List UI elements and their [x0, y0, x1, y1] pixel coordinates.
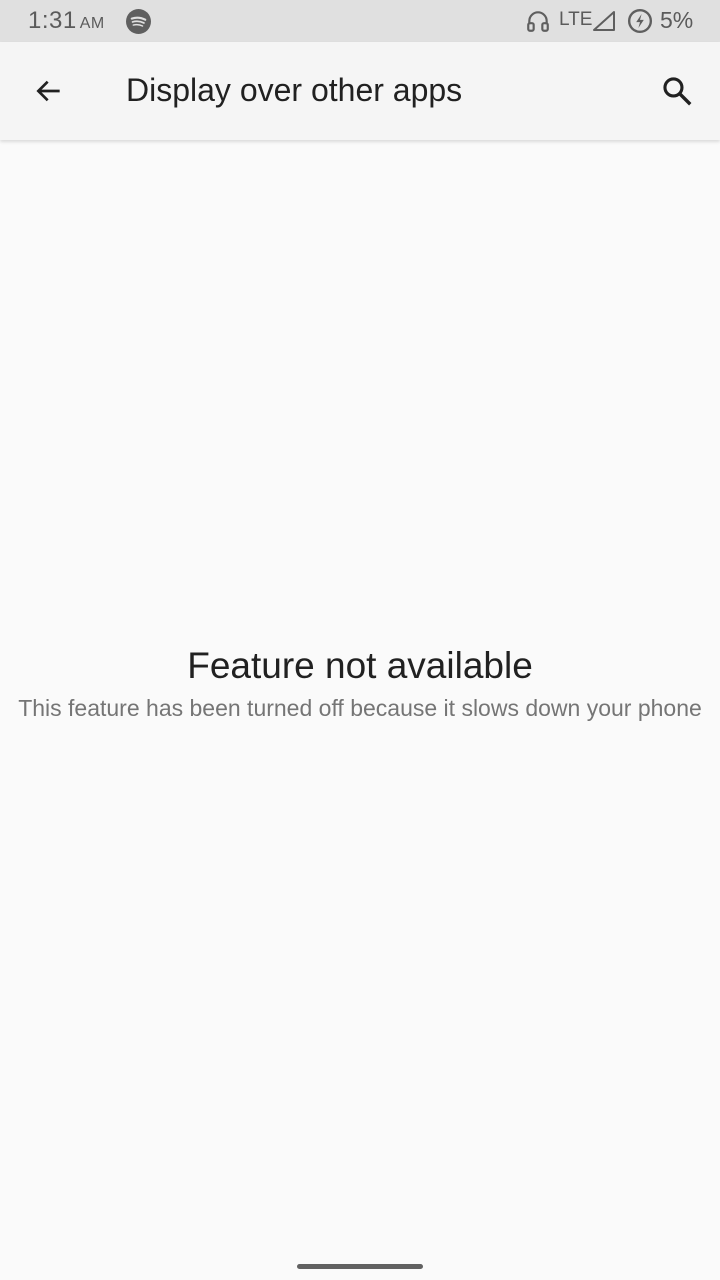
empty-state-message: This feature has been turned off because… [18, 695, 702, 721]
empty-state: Feature not available This feature has b… [0, 644, 720, 723]
signal-icon [593, 11, 615, 31]
search-button[interactable] [652, 66, 702, 116]
status-time-value: 1:31 [28, 7, 77, 34]
search-icon [663, 77, 692, 106]
back-button[interactable] [24, 66, 74, 116]
status-bar: 1:31 AM LTE 5% [0, 0, 720, 42]
status-time: 1:31 AM [28, 7, 105, 35]
gesture-nav-handle[interactable] [297, 1264, 423, 1269]
battery-saver-icon [627, 8, 653, 34]
status-time-ampm: AM [79, 15, 105, 32]
settings-screen: 1:31 AM LTE 5% Display over other apps F… [0, 0, 720, 1280]
spotify-icon [126, 9, 151, 34]
headphones-icon [527, 11, 549, 32]
battery-percent: 5% [660, 7, 694, 33]
app-bar: Display over other apps [0, 42, 720, 140]
network-type: LTE [559, 9, 593, 30]
page-title: Display over other apps [126, 72, 463, 108]
empty-state-title: Feature not available [187, 645, 533, 686]
arrow-back-icon [36, 80, 60, 102]
